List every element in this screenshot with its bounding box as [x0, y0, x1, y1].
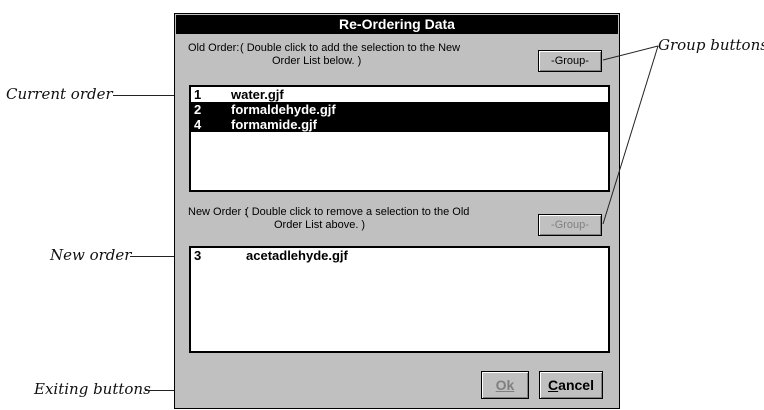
cancel-button-label: Cancel	[548, 377, 594, 393]
new-order-label: New Order :	[188, 206, 248, 218]
old-order-list[interactable]: 1 water.gjf 2 formaldehyde.gjf 4 formamide.gj…	[189, 85, 610, 192]
list-item-filename: water.gjf	[231, 87, 284, 102]
ok-button-label: Ok	[495, 377, 515, 393]
list-item-number: 4	[194, 117, 202, 132]
callout-new-order: New order	[50, 246, 132, 264]
ok-button[interactable]: Ok	[481, 371, 529, 399]
new-order-list[interactable]: 3 acetadlehyde.gjf	[189, 246, 610, 353]
list-item-number: 3	[194, 248, 202, 263]
old-order-group-button[interactable]: -Group-	[538, 50, 602, 72]
list-item[interactable]: 1 water.gjf	[191, 87, 608, 102]
dialog-title: Re-Ordering Data	[176, 15, 618, 34]
list-item[interactable]: 4 formamide.gjf	[191, 117, 608, 132]
new-order-group-button[interactable]: -Group-	[538, 214, 602, 236]
list-item[interactable]: 2 formaldehyde.gjf	[191, 102, 608, 117]
reordering-dialog: Re-Ordering Data Old Order: ( Double cli…	[174, 13, 620, 409]
callout-group-buttons: Group buttons	[658, 36, 764, 54]
list-item-filename: formaldehyde.gjf	[231, 102, 336, 117]
new-order-instruction-2: Order List above. )	[274, 219, 366, 231]
old-order-instruction-1: ( Double click to add the selection to t…	[240, 42, 461, 54]
callout-exiting-buttons: Exiting buttons	[34, 380, 151, 398]
list-item-number: 1	[194, 87, 202, 102]
list-item-filename: acetadlehyde.gjf	[246, 248, 348, 263]
list-item-filename: formamide.gjf	[231, 117, 317, 132]
new-order-instruction-1: ( Double click to remove a selection to …	[245, 206, 470, 218]
old-order-instruction-2: Order List below. )	[272, 55, 362, 67]
cancel-button[interactable]: Cancel	[539, 371, 603, 399]
list-item[interactable]: 3 acetadlehyde.gjf	[191, 248, 608, 263]
callout-current-order: Current order	[6, 85, 113, 103]
old-order-label: Old Order:	[188, 42, 240, 54]
list-item-number: 2	[194, 102, 202, 117]
